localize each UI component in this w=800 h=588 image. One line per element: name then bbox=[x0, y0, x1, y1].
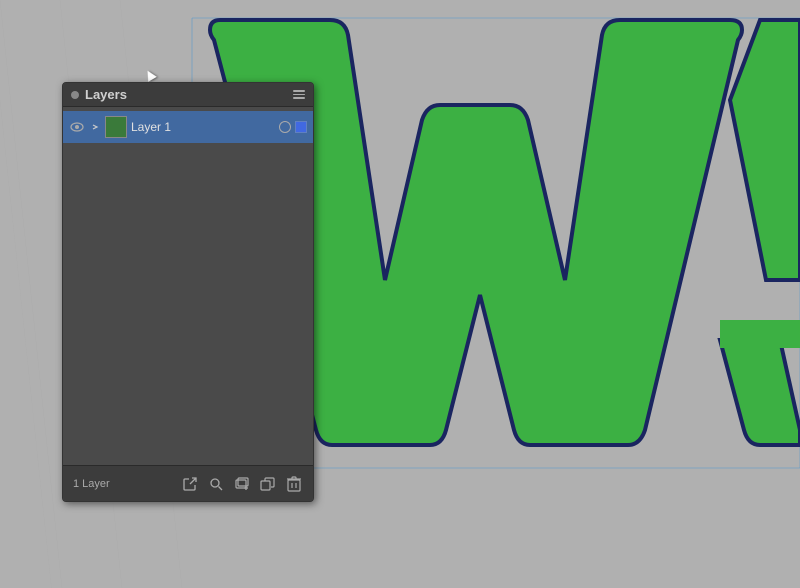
layer-row[interactable]: Layer 1 bbox=[63, 111, 313, 143]
hamburger-icon bbox=[293, 90, 305, 99]
layers-panel: Layers bbox=[62, 82, 314, 502]
duplicate-icon[interactable] bbox=[259, 475, 277, 493]
panel-close-button[interactable] bbox=[71, 91, 79, 99]
add-layer-icon[interactable] bbox=[233, 475, 251, 493]
panel-title: Layers bbox=[85, 87, 127, 102]
panel-footer: 1 Layer bbox=[63, 465, 313, 501]
footer-icons bbox=[181, 475, 303, 493]
layer-visibility-toggle[interactable] bbox=[69, 119, 85, 135]
layer-name: Layer 1 bbox=[131, 120, 275, 134]
search-icon[interactable] bbox=[207, 475, 225, 493]
delete-icon[interactable] bbox=[285, 475, 303, 493]
layer-count-label: 1 Layer bbox=[73, 478, 110, 490]
layer-thumbnail bbox=[105, 116, 127, 138]
export-icon[interactable] bbox=[181, 475, 199, 493]
panel-titlebar: Layers bbox=[63, 83, 313, 107]
panel-body: Layer 1 bbox=[63, 107, 313, 465]
layer-icons-right bbox=[279, 121, 307, 133]
layer-expand-arrow[interactable] bbox=[89, 121, 101, 133]
layer-color-swatch bbox=[295, 121, 307, 133]
panel-title-left: Layers bbox=[71, 87, 127, 102]
panel-menu-button[interactable] bbox=[293, 90, 305, 99]
layer-circle-icon bbox=[279, 121, 291, 133]
